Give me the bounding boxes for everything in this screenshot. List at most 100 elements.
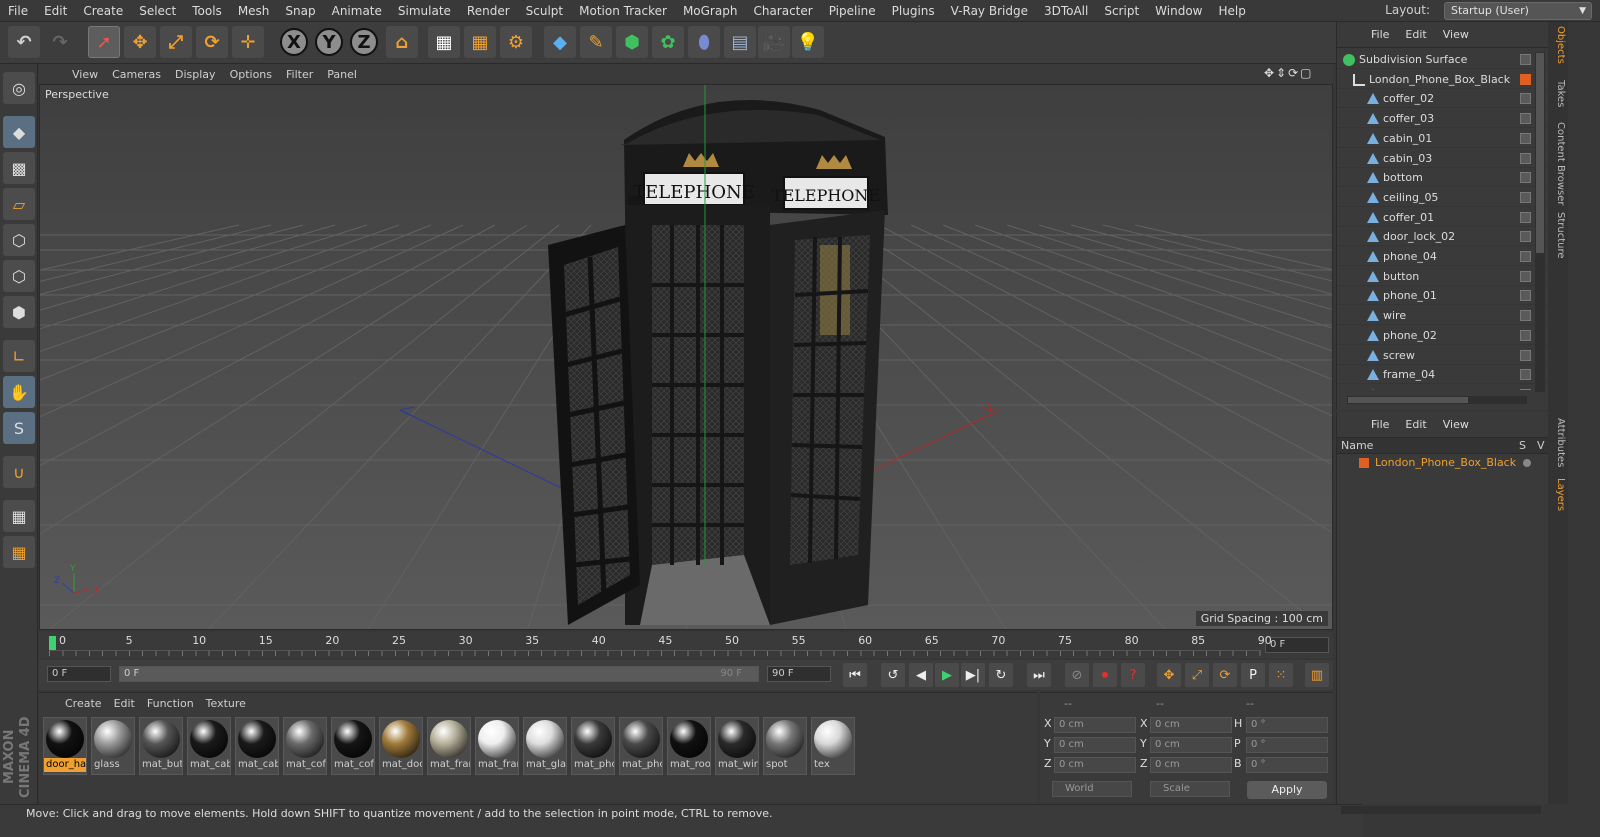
object-visibility-toggle[interactable] [1520, 349, 1531, 361]
object-visibility-toggle[interactable] [1520, 329, 1531, 341]
object-visibility-toggle[interactable] [1520, 270, 1531, 282]
object-row[interactable]: bottom [1337, 168, 1549, 188]
viewport-camera-label[interactable]: Perspective [42, 87, 112, 102]
menu-sculpt[interactable]: Sculpt [518, 0, 571, 22]
object-row[interactable]: coffer_01 [1337, 208, 1549, 227]
object-row[interactable]: coffer_03 [1337, 109, 1549, 129]
material-swatch[interactable]: mat_cof [283, 717, 327, 775]
cube-primitive-icon[interactable]: ◆ [544, 26, 576, 58]
side-tab-content-browser[interactable]: Content Browser [1550, 122, 1566, 205]
object-row[interactable]: London_Phone_Box_Black [1337, 70, 1549, 89]
floor-icon[interactable]: ▤ [724, 26, 756, 58]
points-mode-icon[interactable]: ⬡ [3, 224, 35, 256]
menu-window[interactable]: Window [1147, 0, 1210, 22]
menu-edit[interactable]: Edit [36, 0, 75, 22]
position-field[interactable]: 0 cm [1054, 757, 1136, 773]
coordinate-space-select[interactable]: World [1052, 781, 1132, 797]
playhead[interactable] [49, 636, 56, 650]
object-menu-edit[interactable]: Edit [1397, 28, 1434, 41]
menu-mesh[interactable]: Mesh [230, 0, 278, 22]
menu-snap[interactable]: Snap [277, 0, 323, 22]
end-frame-field[interactable]: 90 F [767, 666, 831, 682]
workplane-icon[interactable]: ▱ [3, 188, 35, 220]
render-picture-viewer-icon[interactable]: ▦ [464, 26, 496, 58]
planar-workplane-icon[interactable]: ▦ [3, 536, 35, 568]
material-swatch[interactable]: mat_but [139, 717, 183, 775]
rotation-field[interactable]: 0 ° [1246, 717, 1328, 733]
object-row[interactable]: Subdivision Surface [1337, 50, 1549, 69]
edges-mode-icon[interactable]: ⬡ [3, 260, 35, 292]
object-visibility-toggle[interactable] [1520, 191, 1531, 203]
object-row[interactable]: frame_03 [1337, 385, 1549, 390]
deformer-icon[interactable]: ⬮ [688, 26, 720, 58]
polygons-mode-icon[interactable]: ⬢ [3, 296, 35, 328]
pen-spline-icon[interactable]: ✎ [580, 26, 612, 58]
redo-icon[interactable]: ↷ [44, 26, 76, 58]
size-mode-select[interactable]: Scale [1150, 781, 1230, 797]
object-visibility-toggle[interactable] [1520, 231, 1531, 243]
coordinate-system-icon[interactable]: ⌂ [386, 26, 418, 58]
next-key-icon[interactable]: ↻ [989, 663, 1013, 687]
perspective-viewport[interactable]: TELEPHONE TELEPHONE Y X Z Perspective Gr… [39, 84, 1333, 630]
material-swatch[interactable]: mat_cab [235, 717, 279, 775]
rotation-field[interactable]: 0 ° [1246, 757, 1328, 773]
viewport-menu-filter[interactable]: Filter [279, 68, 320, 81]
move-tool-icon[interactable]: ✥ [124, 26, 156, 58]
menu-select[interactable]: Select [131, 0, 184, 22]
object-row[interactable]: ceiling_05 [1337, 188, 1549, 207]
object-visibility-toggle[interactable] [1520, 251, 1531, 262]
menu-create[interactable]: Create [75, 0, 131, 22]
cloner-icon[interactable]: ✿ [652, 26, 684, 58]
layer-row[interactable]: London_Phone_Box_Black [1337, 454, 1549, 472]
object-row[interactable]: frame_04 [1337, 365, 1549, 385]
rotation-field[interactable]: 0 ° [1246, 737, 1328, 753]
previous-key-icon[interactable]: ↺ [881, 663, 905, 687]
model-mode-icon[interactable]: ◆ [3, 116, 35, 148]
material-swatch[interactable]: mat_wir [715, 717, 759, 775]
material-swatch[interactable]: mat_fran [427, 717, 471, 775]
material-menu-texture[interactable]: Texture [200, 697, 252, 710]
y-axis-lock-icon[interactable]: Y [315, 28, 343, 56]
size-field[interactable]: 0 cm [1150, 737, 1232, 753]
keyframe-selection-icon[interactable]: ? [1121, 663, 1145, 687]
side-tab-attributes[interactable]: Attributes [1550, 418, 1566, 467]
key-scale-icon[interactable]: ⤢ [1185, 663, 1209, 687]
material-swatch[interactable]: tex [811, 717, 855, 775]
object-row[interactable]: cabin_03 [1337, 149, 1549, 168]
object-row[interactable]: cabin_01 [1337, 129, 1549, 148]
material-swatch[interactable]: glass [91, 717, 135, 775]
layer-menu-edit[interactable]: Edit [1397, 418, 1434, 431]
menu-motion-tracker[interactable]: Motion Tracker [571, 0, 675, 22]
position-field[interactable]: 0 cm [1054, 737, 1136, 753]
menu-character[interactable]: Character [745, 0, 820, 22]
go-to-start-icon[interactable]: ⏮ [843, 663, 867, 687]
material-swatch[interactable]: mat_pho [571, 717, 615, 775]
material-swatch[interactable]: mat_roo [667, 717, 711, 775]
render-settings-icon[interactable]: ⚙ [500, 26, 532, 58]
z-axis-lock-icon[interactable]: Z [350, 28, 378, 56]
scale-tool-icon[interactable]: ⤢ [160, 26, 192, 58]
menu-help[interactable]: Help [1210, 0, 1253, 22]
object-visibility-toggle[interactable] [1520, 93, 1531, 105]
side-tab-layers[interactable]: Layers [1550, 478, 1566, 511]
tweak-mode-icon[interactable]: ✋ [3, 376, 35, 408]
viewport-menu-options[interactable]: Options [223, 68, 279, 81]
object-visibility-toggle[interactable] [1520, 132, 1531, 144]
layout-select[interactable]: Startup (User) [1444, 2, 1592, 20]
object-visibility-toggle[interactable] [1520, 369, 1531, 381]
menu-v-ray-bridge[interactable]: V-Ray Bridge [943, 0, 1036, 22]
undo-icon[interactable]: ↶ [8, 26, 40, 58]
object-visibility-toggle[interactable] [1520, 113, 1531, 125]
object-horizontal-scrollbar[interactable] [1347, 396, 1527, 404]
viewport-menu-panel[interactable]: Panel [320, 68, 364, 81]
menu-3dtoall[interactable]: 3DToAll [1036, 0, 1096, 22]
layer-menu-view[interactable]: View [1435, 418, 1477, 431]
play-icon[interactable]: ▶ [935, 663, 959, 687]
timeline-window-icon[interactable]: ▥ [1305, 663, 1329, 687]
subdivision-icon[interactable]: ⬢ [616, 26, 648, 58]
menu-file[interactable]: File [0, 0, 36, 22]
object-row[interactable]: screw [1337, 346, 1549, 365]
material-menu-function[interactable]: Function [141, 697, 200, 710]
material-menu-create[interactable]: Create [59, 697, 108, 710]
material-swatch[interactable]: mat_cof [331, 717, 375, 775]
